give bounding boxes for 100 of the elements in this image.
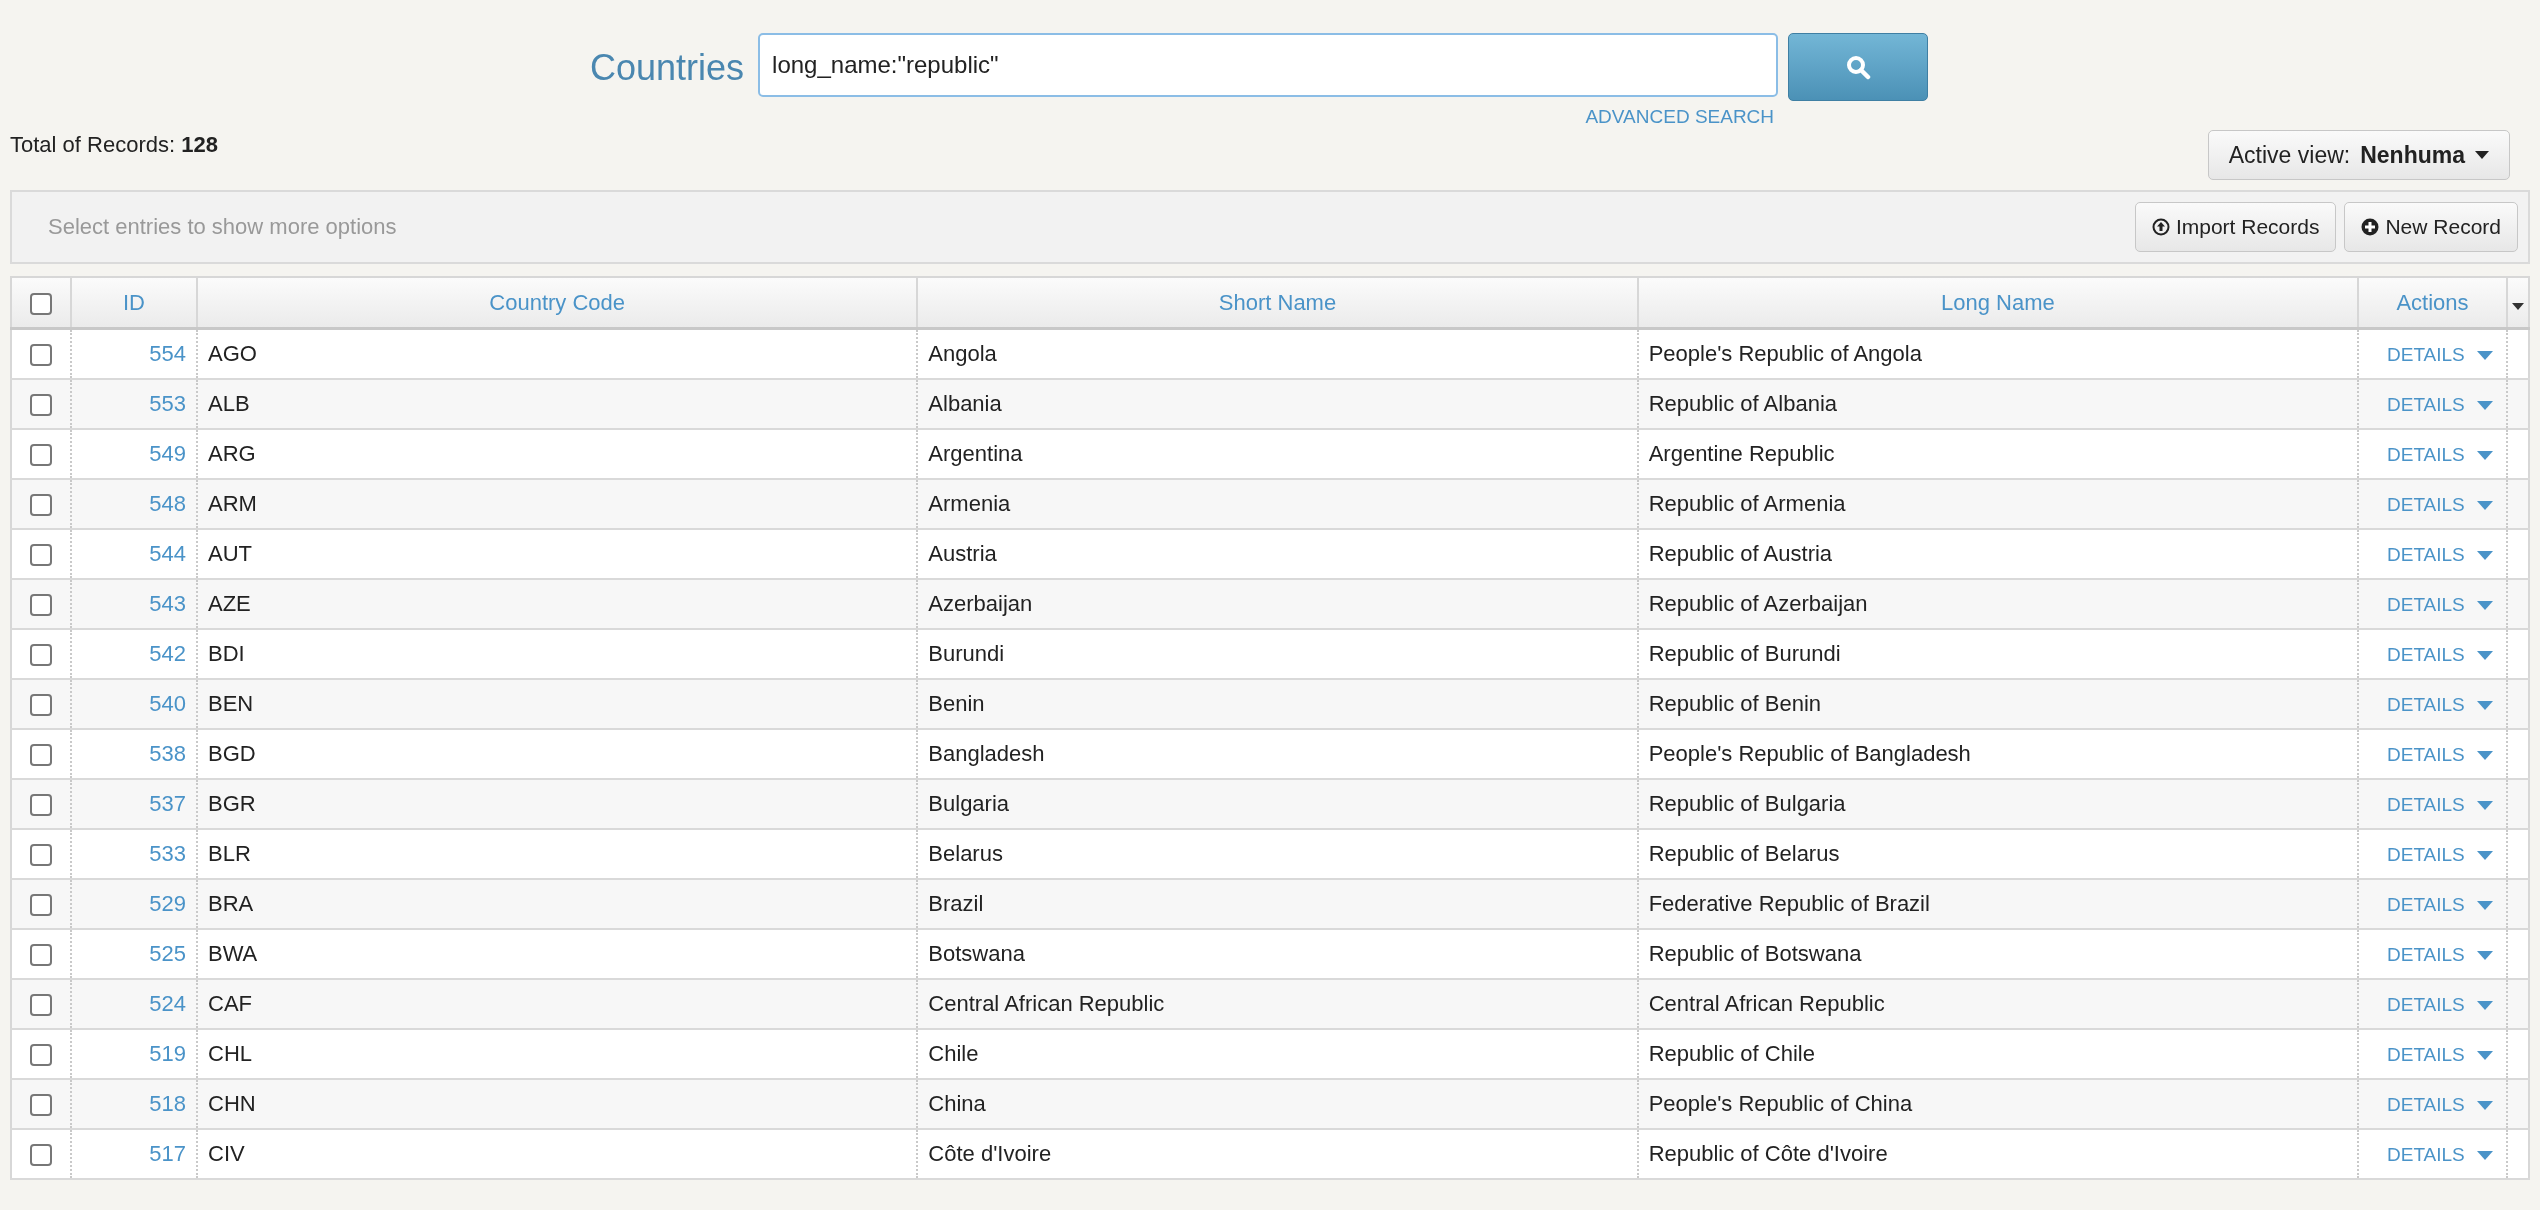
column-header[interactable]: Short Name (917, 277, 1638, 329)
caret-icon (2476, 500, 2493, 510)
caret-icon (2476, 400, 2493, 410)
record-id-link[interactable]: 537 (149, 791, 186, 816)
record-id-link[interactable]: 544 (149, 541, 186, 566)
search-button[interactable] (1788, 33, 1929, 101)
record-id-link[interactable]: 540 (149, 691, 186, 716)
details-dropdown[interactable]: DETAILS (2387, 444, 2493, 466)
checkbox[interactable] (30, 1144, 52, 1167)
column-header[interactable]: ID (71, 277, 197, 329)
records-total: Total of Records: 128 (10, 132, 218, 158)
record-id-link[interactable]: 519 (149, 1041, 186, 1066)
record-id-link[interactable]: 542 (149, 641, 186, 666)
details-dropdown[interactable]: DETAILS (2387, 544, 2493, 566)
caret-icon (2476, 950, 2493, 960)
record-id-link[interactable]: 543 (149, 591, 186, 616)
checkbox[interactable] (30, 292, 52, 315)
caret-icon (2476, 850, 2493, 860)
caret-icon (2476, 1150, 2493, 1160)
selection-hint: Select entries to show more options (48, 214, 397, 240)
record-id-link[interactable]: 554 (149, 341, 186, 366)
new-record-button[interactable]: New Record (2344, 202, 2518, 252)
record-id-link[interactable]: 533 (149, 841, 186, 866)
details-dropdown[interactable]: DETAILS (2387, 744, 2493, 766)
caret-icon (2476, 600, 2493, 610)
details-dropdown[interactable]: DETAILS (2387, 844, 2493, 866)
record-id-link[interactable]: 529 (149, 891, 186, 916)
details-dropdown[interactable]: DETAILS (2387, 944, 2493, 966)
column-header[interactable]: Long Name (1637, 277, 2358, 329)
long-name-cell: Republic of Côte d'Ivoire (1637, 1129, 2358, 1179)
record-id-link[interactable]: 549 (149, 441, 186, 466)
short-name-cell: Benin (917, 679, 1638, 729)
checkbox[interactable] (30, 444, 52, 467)
caret-icon (2476, 900, 2493, 910)
long-name-cell: Republic of Bulgaria (1637, 779, 2358, 829)
record-id-link[interactable]: 518 (149, 1091, 186, 1116)
checkbox[interactable] (30, 944, 52, 967)
checkbox[interactable] (30, 544, 52, 567)
checkbox[interactable] (30, 794, 52, 817)
short-name-cell: Central African Republic (917, 979, 1638, 1029)
record-id-link[interactable]: 524 (149, 991, 186, 1016)
details-dropdown[interactable]: DETAILS (2387, 344, 2493, 366)
long-name-cell: Central African Republic (1637, 979, 2358, 1029)
short-name-cell: Brazil (917, 879, 1638, 929)
import-records-button[interactable]: Import Records (2134, 202, 2337, 252)
checkbox[interactable] (30, 994, 52, 1017)
page-title: Countries (590, 47, 745, 89)
caret-icon (2476, 1050, 2493, 1060)
record-id-link[interactable]: 548 (149, 491, 186, 516)
caret-icon (2476, 750, 2493, 760)
checkbox[interactable] (30, 744, 52, 767)
checkbox[interactable] (30, 594, 52, 617)
country-code-cell: ALB (197, 379, 918, 429)
search-icon (1845, 54, 1872, 80)
checkbox[interactable] (30, 844, 52, 867)
country-code-cell: CIV (197, 1129, 918, 1179)
long-name-cell: Federative Republic of Brazil (1637, 879, 2358, 929)
checkbox[interactable] (30, 1094, 52, 1117)
short-name-cell: Armenia (917, 479, 1638, 529)
record-id-link[interactable]: 538 (149, 741, 186, 766)
country-code-cell: CHN (197, 1079, 918, 1129)
short-name-cell: Albania (917, 379, 1638, 429)
checkbox[interactable] (30, 644, 52, 667)
checkbox[interactable] (30, 494, 52, 517)
checkbox[interactable] (30, 1044, 52, 1067)
upload-circle-icon (2151, 218, 2170, 236)
details-dropdown[interactable]: DETAILS (2387, 1044, 2493, 1066)
long-name-cell: Republic of Albania (1637, 379, 2358, 429)
details-dropdown[interactable]: DETAILS (2387, 1144, 2493, 1166)
long-name-cell: Republic of Armenia (1637, 479, 2358, 529)
caret-icon (2476, 450, 2493, 460)
long-name-cell: People's Republic of China (1637, 1079, 2358, 1129)
caret-icon (2475, 151, 2489, 159)
checkbox[interactable] (30, 344, 52, 367)
advanced-search-link[interactable]: ADVANCED SEARCH (1585, 106, 1775, 128)
country-code-cell: BEN (197, 679, 918, 729)
checkbox[interactable] (30, 694, 52, 717)
country-code-cell: ARM (197, 479, 918, 529)
active-view-dropdown[interactable]: Active view: Nenhuma (2207, 130, 2510, 180)
caret-icon (2476, 650, 2493, 660)
column-header[interactable]: Actions (2358, 277, 2507, 329)
record-id-link[interactable]: 525 (149, 941, 186, 966)
details-dropdown[interactable]: DETAILS (2387, 644, 2493, 666)
checkbox[interactable] (30, 394, 52, 417)
country-code-cell: CAF (197, 979, 918, 1029)
record-id-link[interactable]: 553 (149, 391, 186, 416)
column-header[interactable]: Country Code (197, 277, 918, 329)
caret-icon (2476, 1100, 2493, 1110)
search-field[interactable]: long_name:"republic" (758, 33, 1779, 97)
caret-icon (2476, 800, 2493, 810)
country-code-cell: BRA (197, 879, 918, 929)
column-menu-button[interactable] (2507, 277, 2529, 329)
caret-icon (2512, 302, 2524, 310)
record-id-link[interactable]: 517 (149, 1141, 186, 1166)
caret-icon (2476, 700, 2493, 710)
long-name-cell: Republic of Azerbaijan (1637, 579, 2358, 629)
plus-circle-icon (2361, 218, 2380, 236)
caret-icon (2476, 350, 2493, 360)
checkbox[interactable] (30, 894, 52, 917)
short-name-cell: Bulgaria (917, 779, 1638, 829)
